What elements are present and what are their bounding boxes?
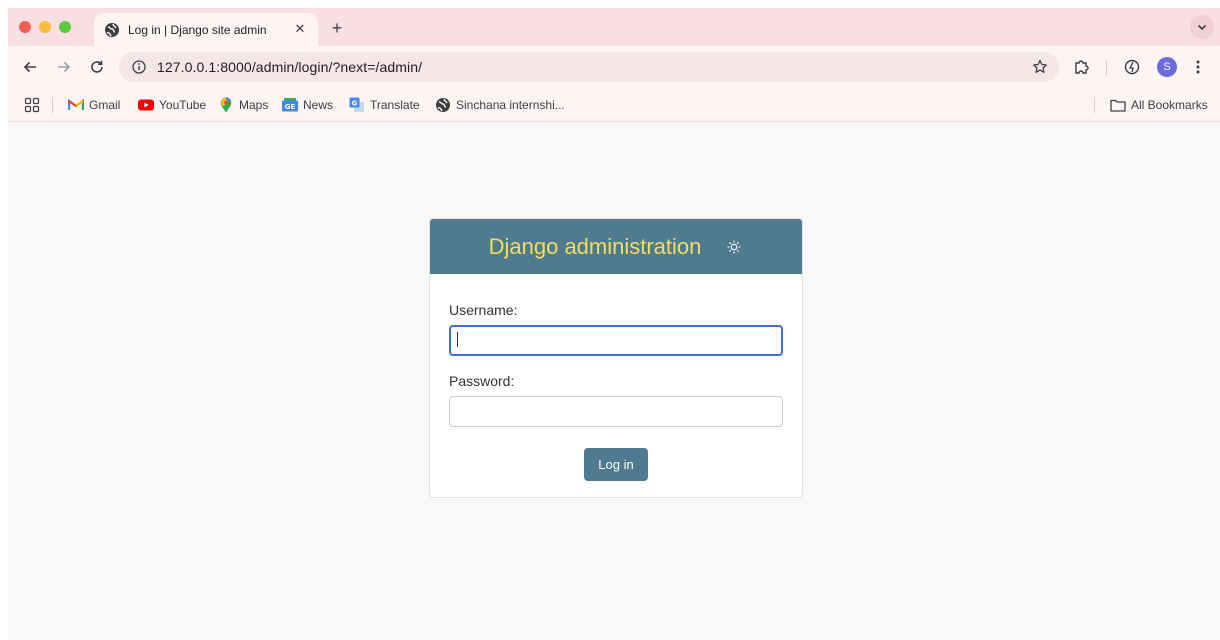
performance-button[interactable]: [1120, 55, 1144, 79]
close-window-button[interactable]: [19, 21, 31, 33]
bookmark-youtube[interactable]: YouTube: [138, 96, 206, 114]
bookmark-label: YouTube: [159, 98, 207, 112]
page-content: Django administration Username: Password…: [8, 123, 1220, 640]
minimize-window-button[interactable]: [39, 21, 51, 33]
translate-icon: G: [349, 97, 365, 113]
bookmarks-divider: [52, 97, 53, 113]
more-vertical-icon: [1196, 60, 1200, 74]
folder-icon: [1110, 97, 1126, 113]
all-bookmarks-button[interactable]: All Bookmarks: [1110, 96, 1208, 114]
speedometer-icon: [1124, 59, 1140, 75]
bookmark-sinchana[interactable]: Sinchana internshi...: [435, 96, 565, 114]
news-icon: GE: [282, 97, 298, 113]
bookmark-label: Translate: [370, 98, 420, 112]
text-caret: [457, 332, 458, 347]
forward-button[interactable]: [52, 55, 76, 79]
apps-grid-icon[interactable]: [24, 97, 40, 113]
browser-toolbar: 127.0.0.1:8000/admin/login/?next=/admin/…: [8, 46, 1220, 88]
login-form: Username: Password: Log in: [430, 274, 802, 481]
close-tab-icon[interactable]: ✕: [292, 21, 308, 37]
bookmarks-divider: [1094, 97, 1095, 113]
toolbar-divider: [1106, 60, 1107, 76]
extensions-button[interactable]: [1070, 55, 1094, 79]
bookmark-label: Sinchana internshi...: [456, 98, 565, 112]
bookmark-maps[interactable]: Maps: [218, 96, 268, 114]
tab-search-button[interactable]: [1190, 15, 1214, 39]
profile-initial: S: [1157, 57, 1177, 77]
password-label: Password:: [449, 373, 515, 389]
chevron-down-icon: [1197, 24, 1207, 31]
site-info-icon[interactable]: [129, 57, 149, 77]
tab-strip: Log in | Django site admin ✕ +: [8, 8, 1220, 46]
gmail-icon: [68, 97, 84, 113]
username-input[interactable]: [449, 325, 783, 356]
login-header: Django administration: [430, 219, 802, 274]
url-text: 127.0.0.1:8000/admin/login/?next=/admin/: [157, 59, 423, 75]
arrow-left-icon: [23, 61, 36, 73]
bookmark-label: Gmail: [89, 98, 121, 112]
bookmarks-bar: Gmail YouTube Maps GE News G Translate S…: [8, 88, 1220, 122]
username-field-wrap: [449, 325, 783, 356]
theme-toggle-button[interactable]: [725, 238, 743, 256]
bookmark-label: Maps: [239, 98, 269, 112]
address-bar[interactable]: 127.0.0.1:8000/admin/login/?next=/admin/: [119, 52, 1059, 82]
login-panel: Django administration Username: Password…: [429, 218, 803, 498]
reload-button[interactable]: [85, 55, 109, 79]
tab-title: Log in | Django site admin: [128, 22, 267, 37]
site-title: Django administration: [488, 233, 702, 259]
globe-icon: [435, 97, 451, 113]
svg-text:GE: GE: [285, 103, 296, 111]
maps-icon: [218, 97, 234, 113]
all-bookmarks-label: All Bookmarks: [1131, 98, 1208, 112]
bookmark-star-icon[interactable]: [1029, 56, 1051, 78]
browser-window: Log in | Django site admin ✕ + 127.0.0.1…: [8, 8, 1220, 640]
puzzle-icon: [1075, 60, 1089, 74]
bookmark-gmail[interactable]: Gmail: [68, 96, 120, 114]
svg-text:G: G: [352, 100, 358, 108]
password-input[interactable]: [449, 396, 783, 427]
browser-menu-button[interactable]: [1186, 55, 1210, 79]
bookmark-translate[interactable]: G Translate: [349, 96, 420, 114]
submit-row: Log in: [449, 448, 783, 481]
youtube-icon: [138, 97, 154, 113]
tab-django-login[interactable]: Log in | Django site admin ✕: [94, 13, 318, 46]
profile-avatar[interactable]: S: [1155, 55, 1179, 79]
bookmark-label: News: [303, 98, 334, 112]
login-button[interactable]: Log in: [584, 448, 648, 481]
back-button[interactable]: [18, 55, 42, 79]
arrow-right-icon: [58, 61, 71, 73]
maximize-window-button[interactable]: [59, 21, 71, 33]
sun-icon: [727, 240, 741, 253]
bookmark-news[interactable]: GE News: [282, 96, 333, 114]
username-label: Username:: [449, 302, 518, 318]
reload-icon: [91, 60, 103, 73]
globe-icon: [104, 22, 120, 38]
new-tab-button[interactable]: +: [326, 17, 348, 39]
